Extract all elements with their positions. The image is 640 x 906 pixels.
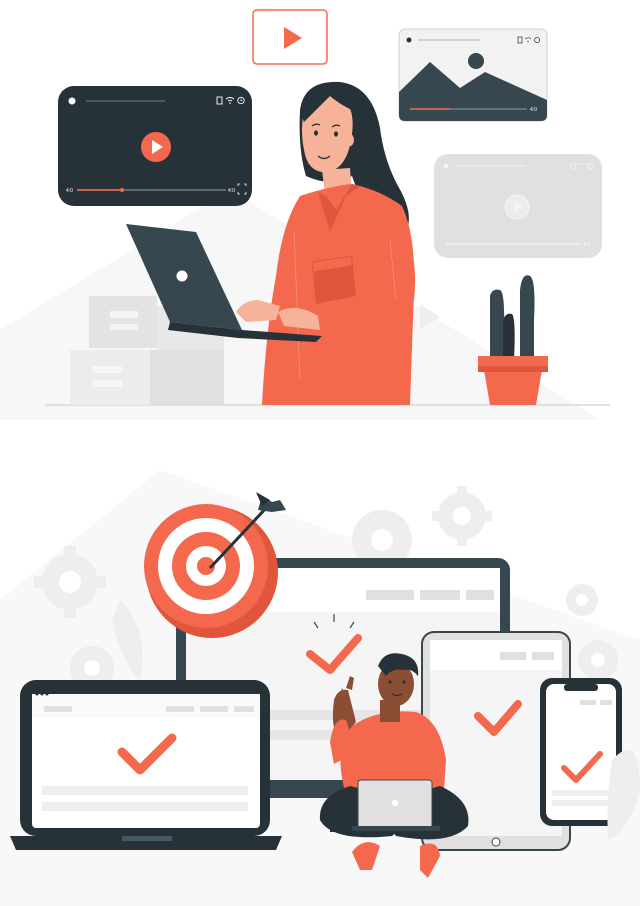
landscape-player[interactable]: 4:0: [398, 28, 548, 122]
illustration-stage: 4:0 4:0 4:0 4:0: [0, 0, 640, 906]
time-start: 4:0: [66, 188, 73, 194]
time-end: 4:0: [228, 188, 235, 194]
gear-icon: [432, 486, 492, 546]
floating-play-button[interactable]: [252, 9, 328, 65]
eye: [334, 131, 338, 137]
play-button[interactable]: [504, 194, 530, 220]
play-button[interactable]: [141, 132, 171, 162]
player-dot: [443, 163, 449, 169]
sun-shape: [468, 53, 484, 69]
laptop-device: [10, 680, 282, 850]
time-end: 4:0: [530, 107, 537, 113]
gear-icon: [578, 640, 618, 680]
eye: [388, 680, 392, 684]
player-dot: [406, 37, 412, 43]
bottom-scene: [0, 470, 640, 906]
time-end: 4:0: [583, 242, 590, 248]
cactus-icon: [478, 275, 548, 405]
gear-icon: [566, 584, 598, 616]
small-laptop: [352, 779, 440, 831]
illustration-canvas: 4:0 4:0 4:0 4:0: [0, 9, 640, 906]
progress-handle[interactable]: [120, 188, 124, 192]
top-scene: 4:0 4:0 4:0 4:0: [0, 9, 610, 420]
dark-video-player[interactable]: 4:0 4:0: [58, 86, 252, 206]
eye: [402, 680, 406, 684]
gray-video-player[interactable]: 4:0: [434, 154, 602, 258]
eye: [314, 130, 318, 136]
player-dot: [68, 97, 76, 105]
laptop-logo: [176, 270, 188, 282]
